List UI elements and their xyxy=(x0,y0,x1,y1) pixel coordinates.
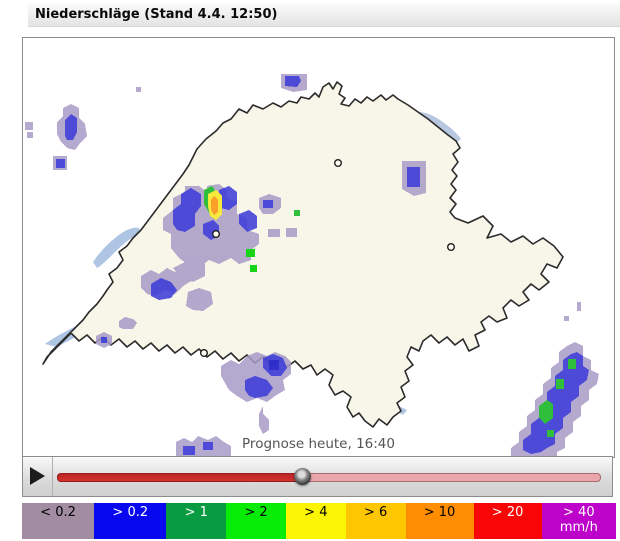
legend-cell: > 40 mm/h xyxy=(541,503,617,539)
legend-cell: > 1 xyxy=(166,503,227,539)
forecast-caption: Prognose heute, 16:40 xyxy=(242,436,395,452)
legend-cell: < 0.2 xyxy=(22,503,95,539)
legend-label: > 1 xyxy=(184,505,208,520)
city-dot xyxy=(447,242,456,251)
legend-unit: mm/h xyxy=(559,520,598,535)
legend-label: > 20 xyxy=(491,505,524,520)
legend-cell: > 20 xyxy=(473,503,542,539)
play-button[interactable] xyxy=(23,457,53,496)
legend-cell: > 4 xyxy=(285,503,346,539)
legend-label: > 40 xyxy=(563,505,595,520)
legend-cell: > 10 xyxy=(405,503,474,539)
legend-label: > 2 xyxy=(244,505,268,520)
animation-player xyxy=(22,456,613,497)
title-bar: Niederschläge (Stand 4.4. 12:50) xyxy=(28,3,620,27)
radar-map: Prognose heute, 16:40 xyxy=(22,37,615,458)
city-dot xyxy=(199,349,208,358)
page-title: Niederschläge (Stand 4.4. 12:50) xyxy=(35,7,278,22)
legend-cell: > 0.2 xyxy=(94,503,167,539)
legend-label: < 0.2 xyxy=(40,505,76,520)
legend-label: > 10 xyxy=(423,505,456,520)
time-slider[interactable] xyxy=(57,457,601,496)
slider-track-elapsed[interactable] xyxy=(57,473,304,482)
precipitation-legend: < 0.2 > 0.2 > 1 > 2 > 4 > 6 > 10 > 20 > 40 mm/h xyxy=(22,503,617,539)
slider-handle[interactable] xyxy=(293,468,311,485)
switzerland-map xyxy=(25,74,599,457)
city-dot xyxy=(334,158,343,167)
country-border xyxy=(42,81,564,428)
legend-label: > 6 xyxy=(363,505,388,520)
legend-label: > 0.2 xyxy=(112,505,149,520)
play-icon xyxy=(30,467,45,485)
legend-cell: > 6 xyxy=(345,503,406,539)
legend-cell: > 2 xyxy=(226,503,286,539)
legend-label: > 4 xyxy=(304,505,328,520)
city-dot xyxy=(211,229,220,238)
